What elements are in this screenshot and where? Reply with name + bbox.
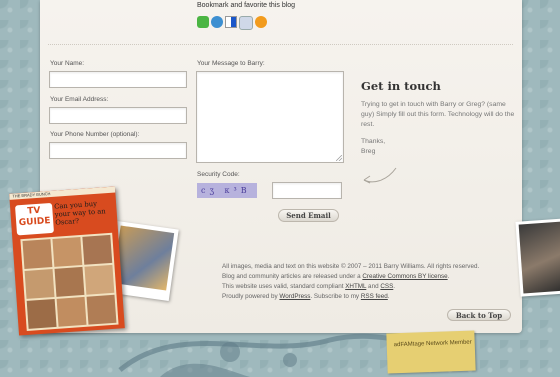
creative-commons-link[interactable]: Creative Commons BY license xyxy=(362,273,447,280)
email-input[interactable] xyxy=(49,107,187,124)
signature-name: Breg xyxy=(361,148,376,155)
rss-icon[interactable] xyxy=(255,16,267,28)
phone-input[interactable] xyxy=(49,142,187,159)
send-email-button[interactable]: Send Email xyxy=(278,209,339,222)
get-in-touch-title: Get in touch xyxy=(361,79,441,93)
digg-icon[interactable] xyxy=(239,16,253,30)
footer-copyright: All images, media and text on this websi… xyxy=(222,263,480,270)
name-label: Your Name: xyxy=(50,60,85,67)
rss-feed-link[interactable]: RSS feed xyxy=(361,293,388,300)
xhtml-link[interactable]: XHTML xyxy=(345,283,366,290)
css-link[interactable]: CSS xyxy=(380,283,393,290)
network-note: adFAMtage Network Member xyxy=(386,330,476,374)
bookmark-icons xyxy=(197,16,267,30)
captcha-image: cʒ κ³B xyxy=(197,183,257,198)
man-photo xyxy=(515,218,560,297)
message-label: Your Message to Barry: xyxy=(197,60,265,67)
footer-text: All images, media and text on this websi… xyxy=(222,262,479,302)
stumbleupon-icon[interactable] xyxy=(211,16,223,28)
footer-license: Blog and community articles are released… xyxy=(222,273,450,280)
magazine-photo-grid xyxy=(20,232,119,331)
magazine-headline: Can you buy your way to an Oscar? xyxy=(53,199,106,227)
tv-guide-magazine: THE BRADY BUNCH TV GUIDE Can you buy you… xyxy=(9,186,125,336)
technorati-icon[interactable] xyxy=(197,16,209,28)
section-divider xyxy=(48,44,513,45)
magazine-logo: TV GUIDE xyxy=(15,202,55,236)
signature-thanks: Thanks, xyxy=(361,138,386,145)
network-note-text: adFAMtage Network Member xyxy=(393,339,472,349)
bookmark-title: Bookmark and favorite this blog xyxy=(197,2,296,9)
get-in-touch-signature: Thanks, Breg xyxy=(361,137,385,157)
footer-standards: This website uses valid, standard compli… xyxy=(222,283,396,290)
resize-handle-icon[interactable] xyxy=(336,155,342,161)
security-code-input[interactable] xyxy=(272,182,342,199)
wordpress-link[interactable]: WordPress xyxy=(279,293,310,300)
message-textarea[interactable] xyxy=(196,71,344,163)
security-label: Security Code: xyxy=(197,171,240,178)
phone-label: Your Phone Number (optional): xyxy=(50,131,140,138)
email-label: Your Email Address: xyxy=(50,96,109,103)
get-in-touch-text: Trying to get in touch with Barry or Gre… xyxy=(361,101,515,128)
name-input[interactable] xyxy=(49,71,187,88)
delicious-icon[interactable] xyxy=(225,16,237,28)
curved-arrow-icon xyxy=(363,167,397,184)
